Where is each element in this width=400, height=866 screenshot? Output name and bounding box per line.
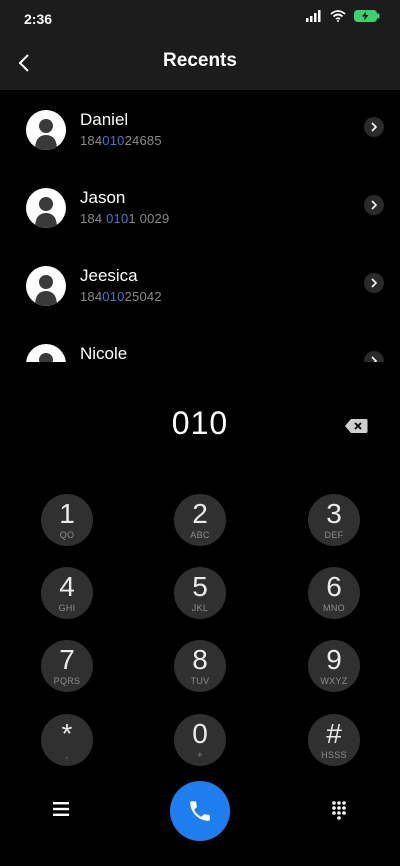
person-icon bbox=[35, 119, 57, 150]
key-letters: MNO bbox=[323, 603, 345, 613]
key-digit: 1 bbox=[59, 498, 75, 529]
avatar bbox=[26, 188, 66, 228]
key-8[interactable]: 8 TUV bbox=[174, 640, 226, 692]
recent-item-daniel[interactable]: Daniel 18401024685 bbox=[0, 90, 400, 168]
key-letters: , bbox=[65, 750, 69, 760]
details-button[interactable] bbox=[364, 351, 384, 362]
dialed-number: 010 bbox=[171, 405, 229, 441]
contact-name: Jason bbox=[80, 188, 126, 207]
key-digit: 9 bbox=[326, 644, 342, 675]
avatar bbox=[26, 266, 66, 306]
app-bar: Recents bbox=[0, 36, 400, 90]
contact-name: Daniel bbox=[80, 110, 129, 129]
key-letters: PQRS bbox=[53, 676, 81, 686]
recent-item-jason[interactable]: Jason 184 0101 0029 bbox=[0, 168, 400, 246]
key-2[interactable]: 2 ABC bbox=[174, 494, 226, 546]
key-digit: 2 bbox=[192, 498, 208, 529]
key-digit: 7 bbox=[59, 644, 75, 675]
details-button[interactable] bbox=[364, 117, 384, 137]
key-letters: WXYZ bbox=[320, 676, 348, 686]
contact-number: 184 0101 0029 bbox=[80, 211, 170, 226]
key-9[interactable]: 9 WXYZ bbox=[308, 640, 360, 692]
avatar bbox=[26, 110, 66, 150]
key-3[interactable]: 3 DEF bbox=[308, 494, 360, 546]
chevron-right-icon bbox=[371, 356, 378, 362]
person-icon bbox=[35, 275, 57, 306]
avatar bbox=[26, 344, 66, 362]
contact-number: 18401024685 bbox=[80, 133, 162, 148]
key-letters: GHI bbox=[58, 603, 76, 613]
recents-list: Daniel 18401024685 Jason 184 0101 0029 J… bbox=[0, 90, 400, 362]
key-letters: TUV bbox=[190, 676, 210, 686]
key-digit: 8 bbox=[192, 644, 208, 675]
chevron-right-icon bbox=[371, 200, 378, 210]
key-4[interactable]: 4 GHI bbox=[41, 567, 93, 619]
key-0[interactable]: 0 + bbox=[174, 714, 226, 766]
call-button[interactable] bbox=[170, 781, 230, 841]
status-time: 2:36 bbox=[24, 11, 53, 27]
key-letters: ABC bbox=[190, 530, 210, 540]
bottom-bar bbox=[0, 780, 400, 841]
key-hash[interactable]: # HSSS bbox=[308, 714, 360, 766]
recent-item-jeesica[interactable]: Jeesica 18401025042 bbox=[0, 246, 400, 324]
key-5[interactable]: 5 JKL bbox=[174, 567, 226, 619]
key-digit: 5 bbox=[192, 571, 208, 602]
backspace-button[interactable] bbox=[344, 418, 368, 434]
key-letters: QO bbox=[59, 530, 75, 540]
menu-button[interactable] bbox=[48, 798, 74, 820]
signal-icon bbox=[306, 10, 321, 22]
keypad-toggle-button[interactable] bbox=[326, 798, 352, 824]
key-6[interactable]: 6 MNO bbox=[308, 567, 360, 619]
key-digit: 0 bbox=[192, 718, 208, 749]
details-button[interactable] bbox=[364, 195, 384, 215]
person-icon bbox=[39, 353, 53, 362]
wifi-icon bbox=[330, 10, 346, 22]
backspace-icon bbox=[345, 419, 368, 433]
recent-item-nicole[interactable]: Nicole bbox=[0, 324, 400, 362]
contact-name: Nicole bbox=[80, 344, 128, 362]
key-letters: DEF bbox=[324, 530, 344, 540]
page-title: Recents bbox=[163, 50, 237, 71]
key-digit: 6 bbox=[326, 571, 342, 602]
key-1[interactable]: 1 QO bbox=[41, 494, 93, 546]
key-letters: JKL bbox=[191, 603, 209, 613]
key-star[interactable]: * , bbox=[41, 714, 93, 766]
phone-icon bbox=[190, 801, 210, 821]
key-digit: 3 bbox=[326, 498, 342, 529]
key-letters: + bbox=[197, 750, 203, 760]
contact-name: Jeesica bbox=[80, 266, 138, 285]
battery-charging-icon bbox=[354, 10, 380, 22]
chevron-right-icon bbox=[371, 278, 378, 288]
key-digit: # bbox=[326, 718, 342, 749]
dialpad-icon bbox=[332, 801, 346, 820]
chevron-right-icon bbox=[371, 122, 378, 132]
person-icon bbox=[35, 197, 57, 228]
status-icons bbox=[306, 10, 380, 22]
key-7[interactable]: 7 PQRS bbox=[41, 640, 93, 692]
contact-number: 18401025042 bbox=[80, 289, 162, 304]
key-digit: * bbox=[61, 718, 73, 749]
menu-icon bbox=[53, 802, 69, 816]
details-button[interactable] bbox=[364, 273, 384, 293]
status-bar: 2:36 bbox=[0, 0, 400, 36]
key-letters: HSSS bbox=[321, 750, 347, 760]
key-digit: 4 bbox=[59, 571, 75, 602]
